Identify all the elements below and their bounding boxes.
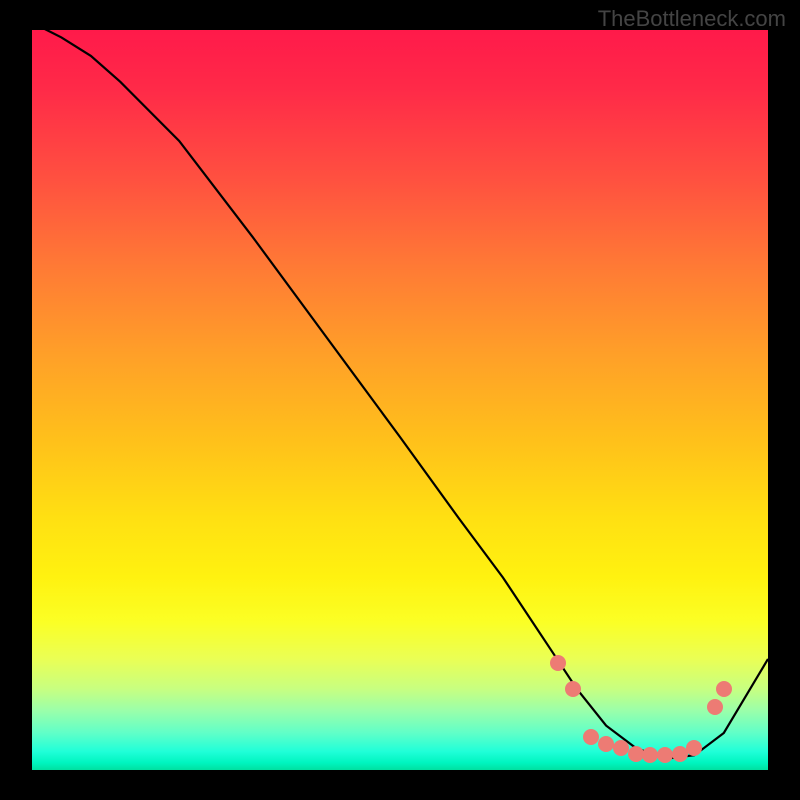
optimal-marker: [657, 747, 673, 763]
optimal-marker: [707, 699, 723, 715]
optimal-markers-group: [32, 30, 768, 770]
optimal-marker: [550, 655, 566, 671]
optimal-marker: [628, 746, 644, 762]
optimal-marker: [598, 736, 614, 752]
optimal-marker: [686, 740, 702, 756]
optimal-marker: [642, 747, 658, 763]
optimal-marker: [716, 681, 732, 697]
optimal-marker: [565, 681, 581, 697]
optimal-marker: [613, 740, 629, 756]
optimal-marker: [583, 729, 599, 745]
watermark-text: TheBottleneck.com: [598, 6, 786, 32]
plot-area: [32, 30, 768, 770]
optimal-marker: [672, 746, 688, 762]
